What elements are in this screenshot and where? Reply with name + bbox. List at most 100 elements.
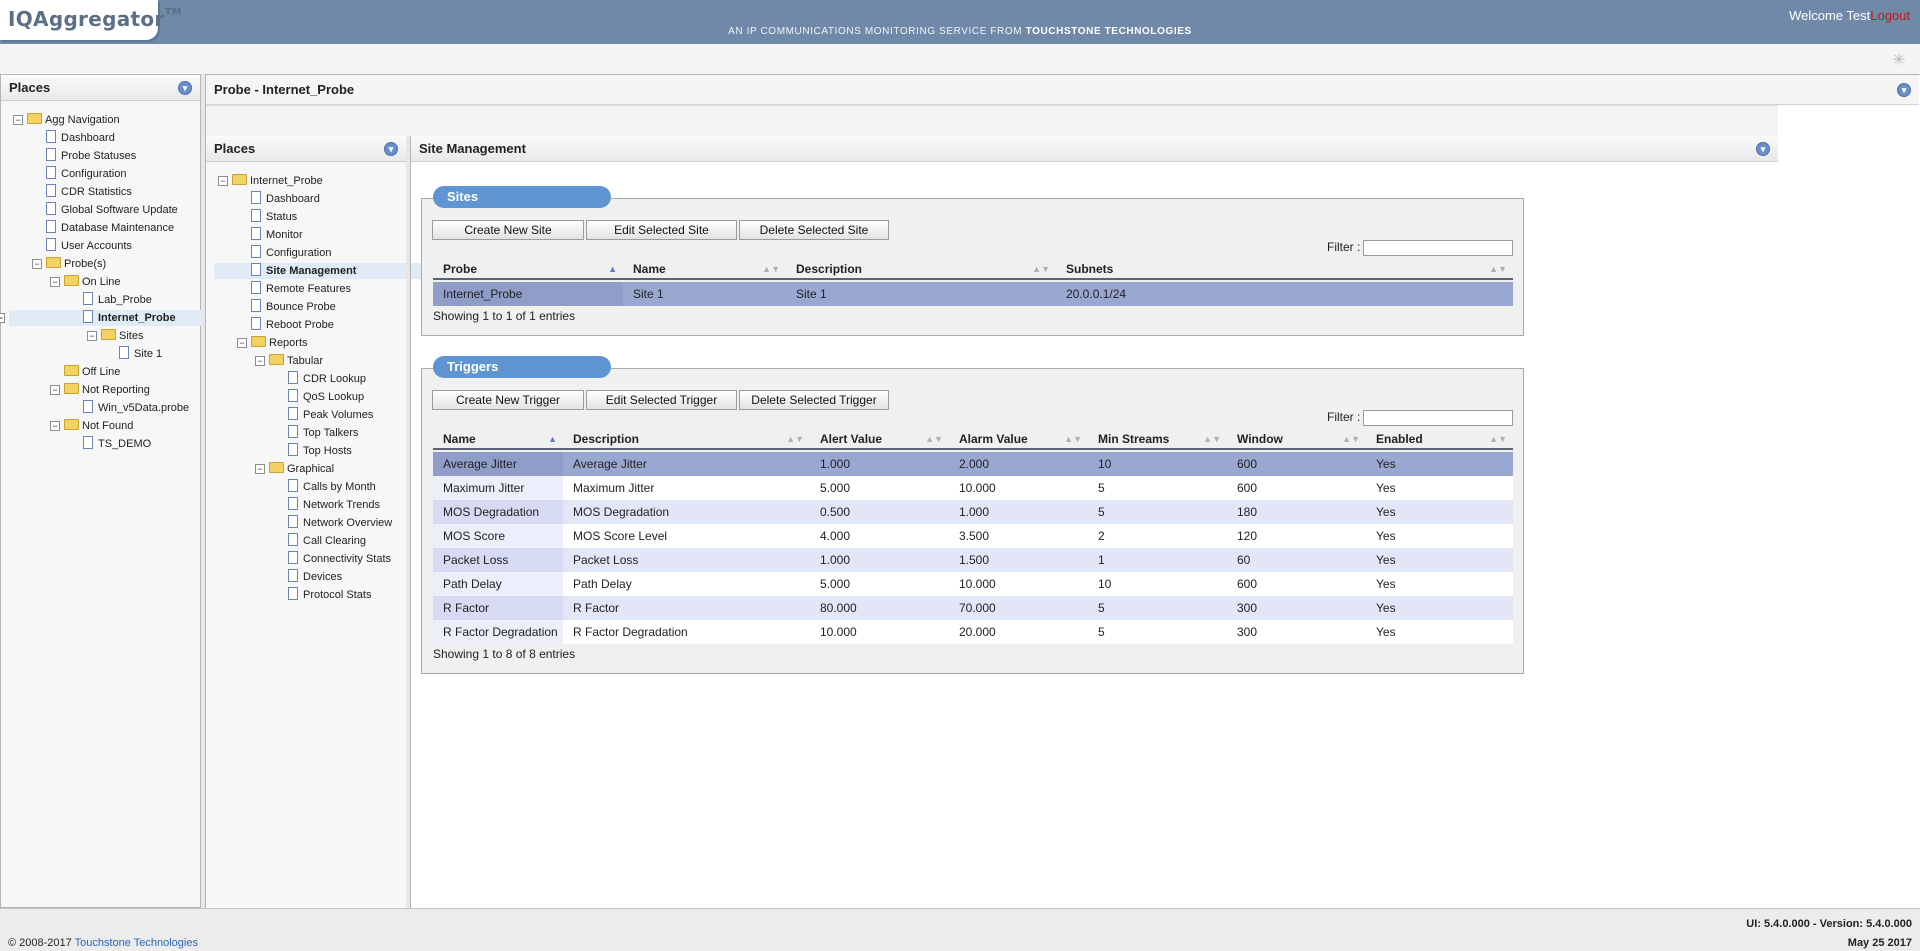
document-icon	[46, 220, 56, 233]
edit-site-button[interactable]: Edit Selected Site	[586, 220, 737, 240]
col-alarm-value[interactable]: Alarm Value ▲▼	[949, 428, 1088, 450]
expand-toggle-icon[interactable]: −	[87, 331, 97, 341]
table-row[interactable]: Packet Loss Packet Loss 1.000 1.500 1 60 Yes	[433, 548, 1513, 572]
document-icon	[83, 292, 93, 305]
tree-item-network-trends[interactable]: Network Trends	[288, 497, 380, 513]
col-enabled[interactable]: Enabled ▲▼	[1366, 428, 1513, 450]
table-row[interactable]: Path Delay Path Delay 5.000 10.000 10 600 Yes	[433, 572, 1513, 596]
table-row[interactable]: MOS Degradation MOS Degradation 0.500 1.000…	[433, 500, 1513, 524]
table-cell: R Factor	[433, 596, 563, 620]
table-row[interactable]: R Factor R Factor 80.000 70.000 5 300 Yes	[433, 596, 1513, 620]
tree-item-devices[interactable]: Devices	[288, 569, 342, 585]
tree-item-label: Calls by Month	[303, 481, 376, 493]
logout-link[interactable]: Logout	[1870, 8, 1910, 23]
col-window[interactable]: Window ▲▼	[1227, 428, 1366, 450]
tree-item-status[interactable]: Status	[251, 209, 297, 225]
table-row[interactable]: Maximum Jitter Maximum Jitter 5.000 10.000 5…	[433, 476, 1513, 500]
tree-item-qos-lookup[interactable]: QoS Lookup	[288, 389, 364, 405]
collapse-icon[interactable]: ▾	[1756, 142, 1770, 156]
edit-trigger-button[interactable]: Edit Selected Trigger	[586, 390, 737, 410]
triggers-filter-input[interactable]	[1363, 410, 1513, 426]
tree-item-ts-demo[interactable]: TS_DEMO	[83, 436, 151, 452]
tree-item-top-talkers[interactable]: Top Talkers	[288, 425, 358, 441]
collapse-icon[interactable]: ▾	[1897, 83, 1911, 97]
tree-item-global-software-update[interactable]: Global Software Update	[46, 202, 178, 218]
col-description[interactable]: Description ▲▼	[563, 428, 810, 450]
table-row[interactable]: Average Jitter Average Jitter 1.000 2.000 10…	[433, 452, 1513, 476]
table-cell: Maximum Jitter	[573, 481, 655, 495]
tree-item-not-found[interactable]: − Not Found	[50, 418, 133, 434]
company-link[interactable]: Touchstone Technologies	[75, 937, 198, 949]
col-min-streams[interactable]: Min Streams ▲▼	[1088, 428, 1227, 450]
tree-item-dashboard[interactable]: Dashboard	[46, 130, 115, 146]
tree-item-label: Configuration	[266, 247, 332, 259]
col-subnets[interactable]: Subnets ▲▼	[1056, 258, 1513, 280]
tree-item-remote-features[interactable]: Remote Features	[251, 281, 351, 297]
table-row[interactable]: MOS Score MOS Score Level 4.000 3.500 2 120 Ye…	[433, 524, 1513, 548]
tree-item-probe-statuses[interactable]: Probe Statuses	[46, 148, 136, 164]
delete-site-button[interactable]: Delete Selected Site	[739, 220, 889, 240]
tree-item-configuration[interactable]: Configuration	[46, 166, 126, 182]
tree-item-user-accounts[interactable]: User Accounts	[46, 238, 132, 254]
tree-item-monitor[interactable]: Monitor	[251, 227, 303, 243]
mid-splitter[interactable]	[406, 136, 411, 908]
tree-item-internet-probe[interactable]: − Internet_Probe	[218, 173, 323, 189]
tree-item-probe-s-[interactable]: − Probe(s)	[32, 256, 106, 272]
expand-toggle-icon[interactable]: −	[13, 115, 23, 125]
expand-toggle-icon[interactable]: −	[218, 176, 228, 186]
create-trigger-button[interactable]: Create New Trigger	[432, 390, 584, 410]
folder-icon	[27, 113, 42, 124]
tree-item-off-line[interactable]: Off Line	[64, 364, 120, 380]
sites-filter-input[interactable]	[1363, 240, 1513, 256]
expand-toggle-icon[interactable]: −	[32, 259, 42, 269]
document-icon	[251, 263, 261, 276]
col-alert-value[interactable]: Alert Value ▲▼	[810, 428, 949, 450]
create-site-button[interactable]: Create New Site	[432, 220, 584, 240]
tree-item-lab-probe[interactable]: Lab_Probe	[83, 292, 152, 308]
tree-item-on-line[interactable]: − On Line	[50, 274, 121, 290]
tree-item-label: Status	[266, 211, 298, 223]
table-row[interactable]: Internet_Probe Site 1 Site 1 20.0.0.1/24	[433, 282, 1513, 306]
tree-item-dashboard[interactable]: Dashboard	[251, 191, 320, 207]
col-probe[interactable]: Probe ▲	[433, 258, 623, 280]
tree-item-site-1[interactable]: Site 1	[119, 346, 162, 362]
collapse-icon[interactable]: ▾	[384, 142, 398, 156]
expand-toggle-icon[interactable]: −	[50, 385, 60, 395]
col-name[interactable]: Name ▲▼	[623, 258, 786, 280]
collapse-icon[interactable]: ▾	[178, 81, 192, 95]
tree-item-cdr-statistics[interactable]: CDR Statistics	[46, 184, 132, 200]
tree-item-network-overview[interactable]: Network Overview	[288, 515, 392, 531]
tree-item-not-reporting[interactable]: − Not Reporting	[50, 382, 150, 398]
tree-item-cdr-lookup[interactable]: CDR Lookup	[288, 371, 366, 387]
tree-item-graphical[interactable]: − Graphical	[255, 461, 334, 477]
tree-item-calls-by-month[interactable]: Calls by Month	[288, 479, 376, 495]
tree-item-database-maintenance[interactable]: Database Maintenance	[46, 220, 174, 236]
tree-item-bounce-probe[interactable]: Bounce Probe	[251, 299, 336, 315]
tree-item-tabular[interactable]: − Tabular	[255, 353, 323, 369]
tree-item-connectivity-stats[interactable]: Connectivity Stats	[288, 551, 391, 567]
col-name[interactable]: Name ▲	[433, 428, 563, 450]
folder-icon	[64, 419, 79, 430]
tree-item-top-hosts[interactable]: Top Hosts	[288, 443, 352, 459]
tree-item-configuration[interactable]: Configuration	[251, 245, 331, 261]
tree-item-reboot-probe[interactable]: Reboot Probe	[251, 317, 334, 333]
tree-item-sites[interactable]: − Sites	[87, 328, 143, 344]
sort-icon: ▲▼	[925, 434, 943, 444]
expand-toggle-icon[interactable]: −	[237, 338, 247, 348]
expand-toggle-icon[interactable]: −	[0, 313, 5, 323]
tree-item-win-v5data-probe[interactable]: Win_v5Data.probe	[83, 400, 189, 416]
loading-icon: ✳	[1892, 52, 1906, 69]
expand-toggle-icon[interactable]: −	[255, 464, 265, 474]
tree-item-peak-volumes[interactable]: Peak Volumes	[288, 407, 373, 423]
expand-toggle-icon[interactable]: −	[255, 356, 265, 366]
tree-item-protocol-stats[interactable]: Protocol Stats	[288, 587, 371, 603]
table-row[interactable]: R Factor Degradation R Factor Degradation…	[433, 620, 1513, 644]
table-cell: MOS Degradation	[433, 500, 563, 524]
delete-trigger-button[interactable]: Delete Selected Trigger	[739, 390, 889, 410]
tree-item-call-clearing[interactable]: Call Clearing	[288, 533, 366, 549]
expand-toggle-icon[interactable]: −	[50, 421, 60, 431]
col-description[interactable]: Description ▲▼	[786, 258, 1056, 280]
expand-toggle-icon[interactable]: −	[50, 277, 60, 287]
tree-item-reports[interactable]: − Reports	[237, 335, 308, 351]
tree-item-agg-navigation[interactable]: − Agg Navigation	[13, 112, 120, 128]
